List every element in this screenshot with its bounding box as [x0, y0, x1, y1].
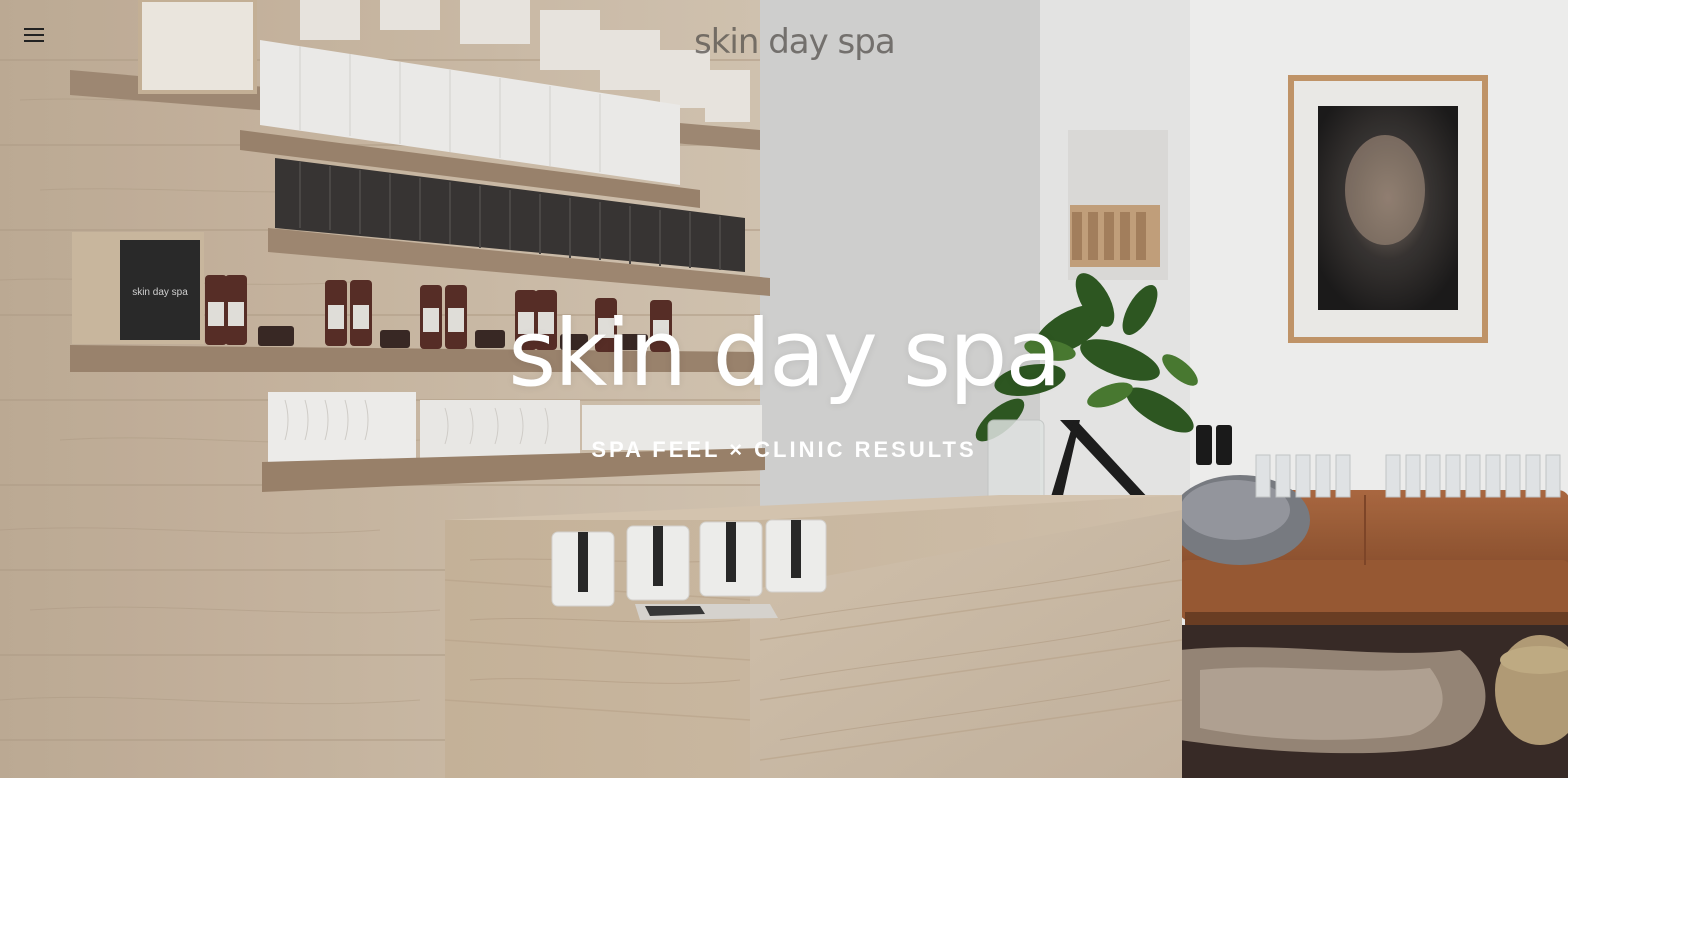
menu-bar-bottom [24, 40, 44, 42]
hero-tagline: SPA FEEL × CLINIC RESULTS [591, 437, 977, 462]
page-right-margin [1568, 0, 1696, 778]
menu-bar-top [24, 28, 44, 30]
menu-bar-middle [24, 34, 44, 36]
hamburger-menu-icon[interactable] [22, 26, 46, 46]
hero-title: skin day spa [508, 300, 1062, 407]
page: skin day spa skin day spa skin day spa S… [0, 0, 1696, 928]
hero-section: skin day spa skin day spa skin day spa S… [0, 0, 1568, 778]
site-logo[interactable]: skin day spa [694, 22, 896, 62]
